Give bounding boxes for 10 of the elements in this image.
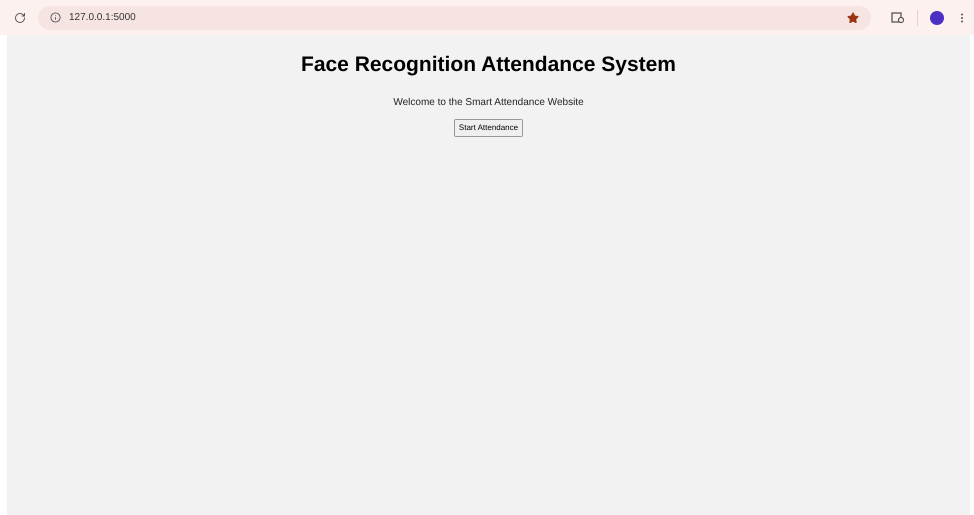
profile-avatar[interactable] — [930, 10, 944, 24]
address-bar[interactable]: 127.0.0.1:5000 — [38, 6, 871, 30]
url-text[interactable]: 127.0.0.1:5000 — [69, 10, 839, 25]
bookmark-star-icon[interactable] — [847, 12, 859, 24]
page-heading: Face Recognition Attendance System — [301, 52, 676, 78]
site-info-icon[interactable] — [50, 12, 61, 23]
welcome-text: Welcome to the Smart Attendance Website — [393, 96, 584, 110]
start-attendance-button[interactable]: Start Attendance — [454, 118, 524, 136]
reload-icon[interactable] — [14, 12, 26, 24]
tab-search-icon[interactable] — [891, 12, 905, 24]
